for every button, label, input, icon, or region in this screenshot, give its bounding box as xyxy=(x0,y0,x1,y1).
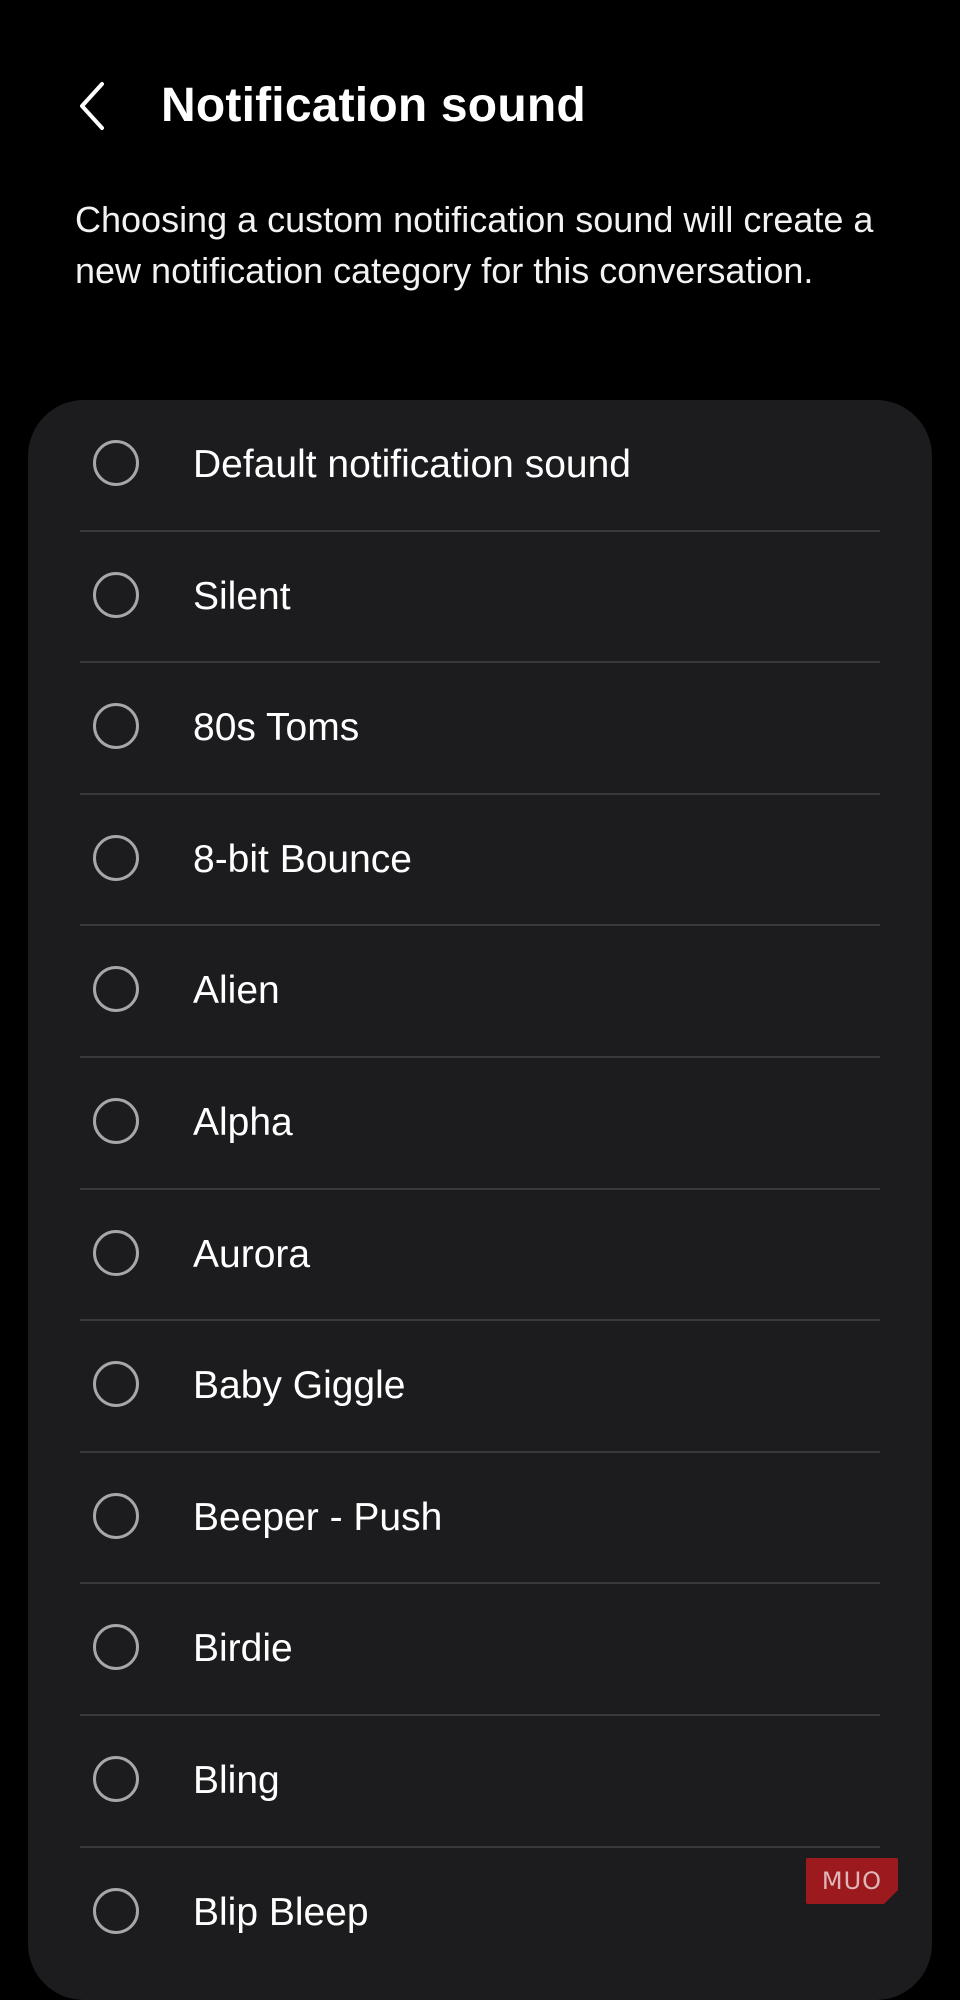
sound-option[interactable]: Alien xyxy=(28,926,932,1058)
radio-button[interactable] xyxy=(93,1755,139,1802)
sound-option[interactable]: Blip Bleep xyxy=(28,1848,932,1980)
sound-option[interactable]: Silent xyxy=(28,532,932,664)
radio-button[interactable] xyxy=(93,703,139,750)
description-text: Choosing a custom notification sound wil… xyxy=(75,199,874,291)
sound-list: Default notification sound Silent 80s Toms… xyxy=(28,400,932,1979)
sound-list-card: Default notification sound Silent 80s Toms… xyxy=(28,400,932,2000)
sound-option[interactable]: 8-bit Bounce xyxy=(28,795,932,927)
sound-option[interactable]: Beeper - Push xyxy=(28,1453,932,1585)
sound-option-label: Bling xyxy=(193,1758,280,1802)
sound-option-label: Baby Giggle xyxy=(193,1364,406,1408)
sound-option-label: Birdie xyxy=(193,1627,293,1671)
radio-button[interactable] xyxy=(93,1492,139,1539)
radio-button[interactable] xyxy=(93,1097,139,1144)
radio-button[interactable] xyxy=(93,834,139,881)
sound-option-label: Alpha xyxy=(193,1100,293,1144)
sound-option-label: Alien xyxy=(193,969,280,1013)
radio-button[interactable] xyxy=(93,1624,139,1671)
sound-option[interactable]: Birdie xyxy=(28,1584,932,1716)
chevron-left-icon xyxy=(80,82,104,130)
radio-button[interactable] xyxy=(93,1229,139,1276)
page-title: Notification sound xyxy=(161,79,586,132)
sound-option-label: Blip Bleep xyxy=(193,1890,369,1934)
sound-option-label: Beeper - Push xyxy=(193,1495,443,1539)
back-button[interactable] xyxy=(62,76,122,136)
sound-option[interactable]: Alpha xyxy=(28,1058,932,1190)
radio-button[interactable] xyxy=(93,966,139,1013)
sound-option[interactable]: 80s Toms xyxy=(28,663,932,795)
sound-option[interactable]: Bling xyxy=(28,1716,932,1848)
sound-option-label: 80s Toms xyxy=(193,706,360,750)
sound-option-label: Silent xyxy=(193,574,291,618)
radio-button[interactable] xyxy=(93,571,139,618)
sound-option[interactable]: Baby Giggle xyxy=(28,1321,932,1453)
muo-watermark-logo: MUO xyxy=(806,1858,898,1904)
sound-option[interactable]: Default notification sound xyxy=(28,400,932,532)
radio-button[interactable] xyxy=(93,1361,139,1408)
radio-button[interactable] xyxy=(93,440,139,486)
radio-button[interactable] xyxy=(93,1887,139,1934)
header-bar: Notification sound xyxy=(0,62,960,152)
sound-option-label: Default notification sound xyxy=(193,443,631,486)
sound-option-label: 8-bit Bounce xyxy=(193,837,412,881)
sound-option-label: Aurora xyxy=(193,1232,311,1276)
sound-option[interactable]: Aurora xyxy=(28,1190,932,1322)
